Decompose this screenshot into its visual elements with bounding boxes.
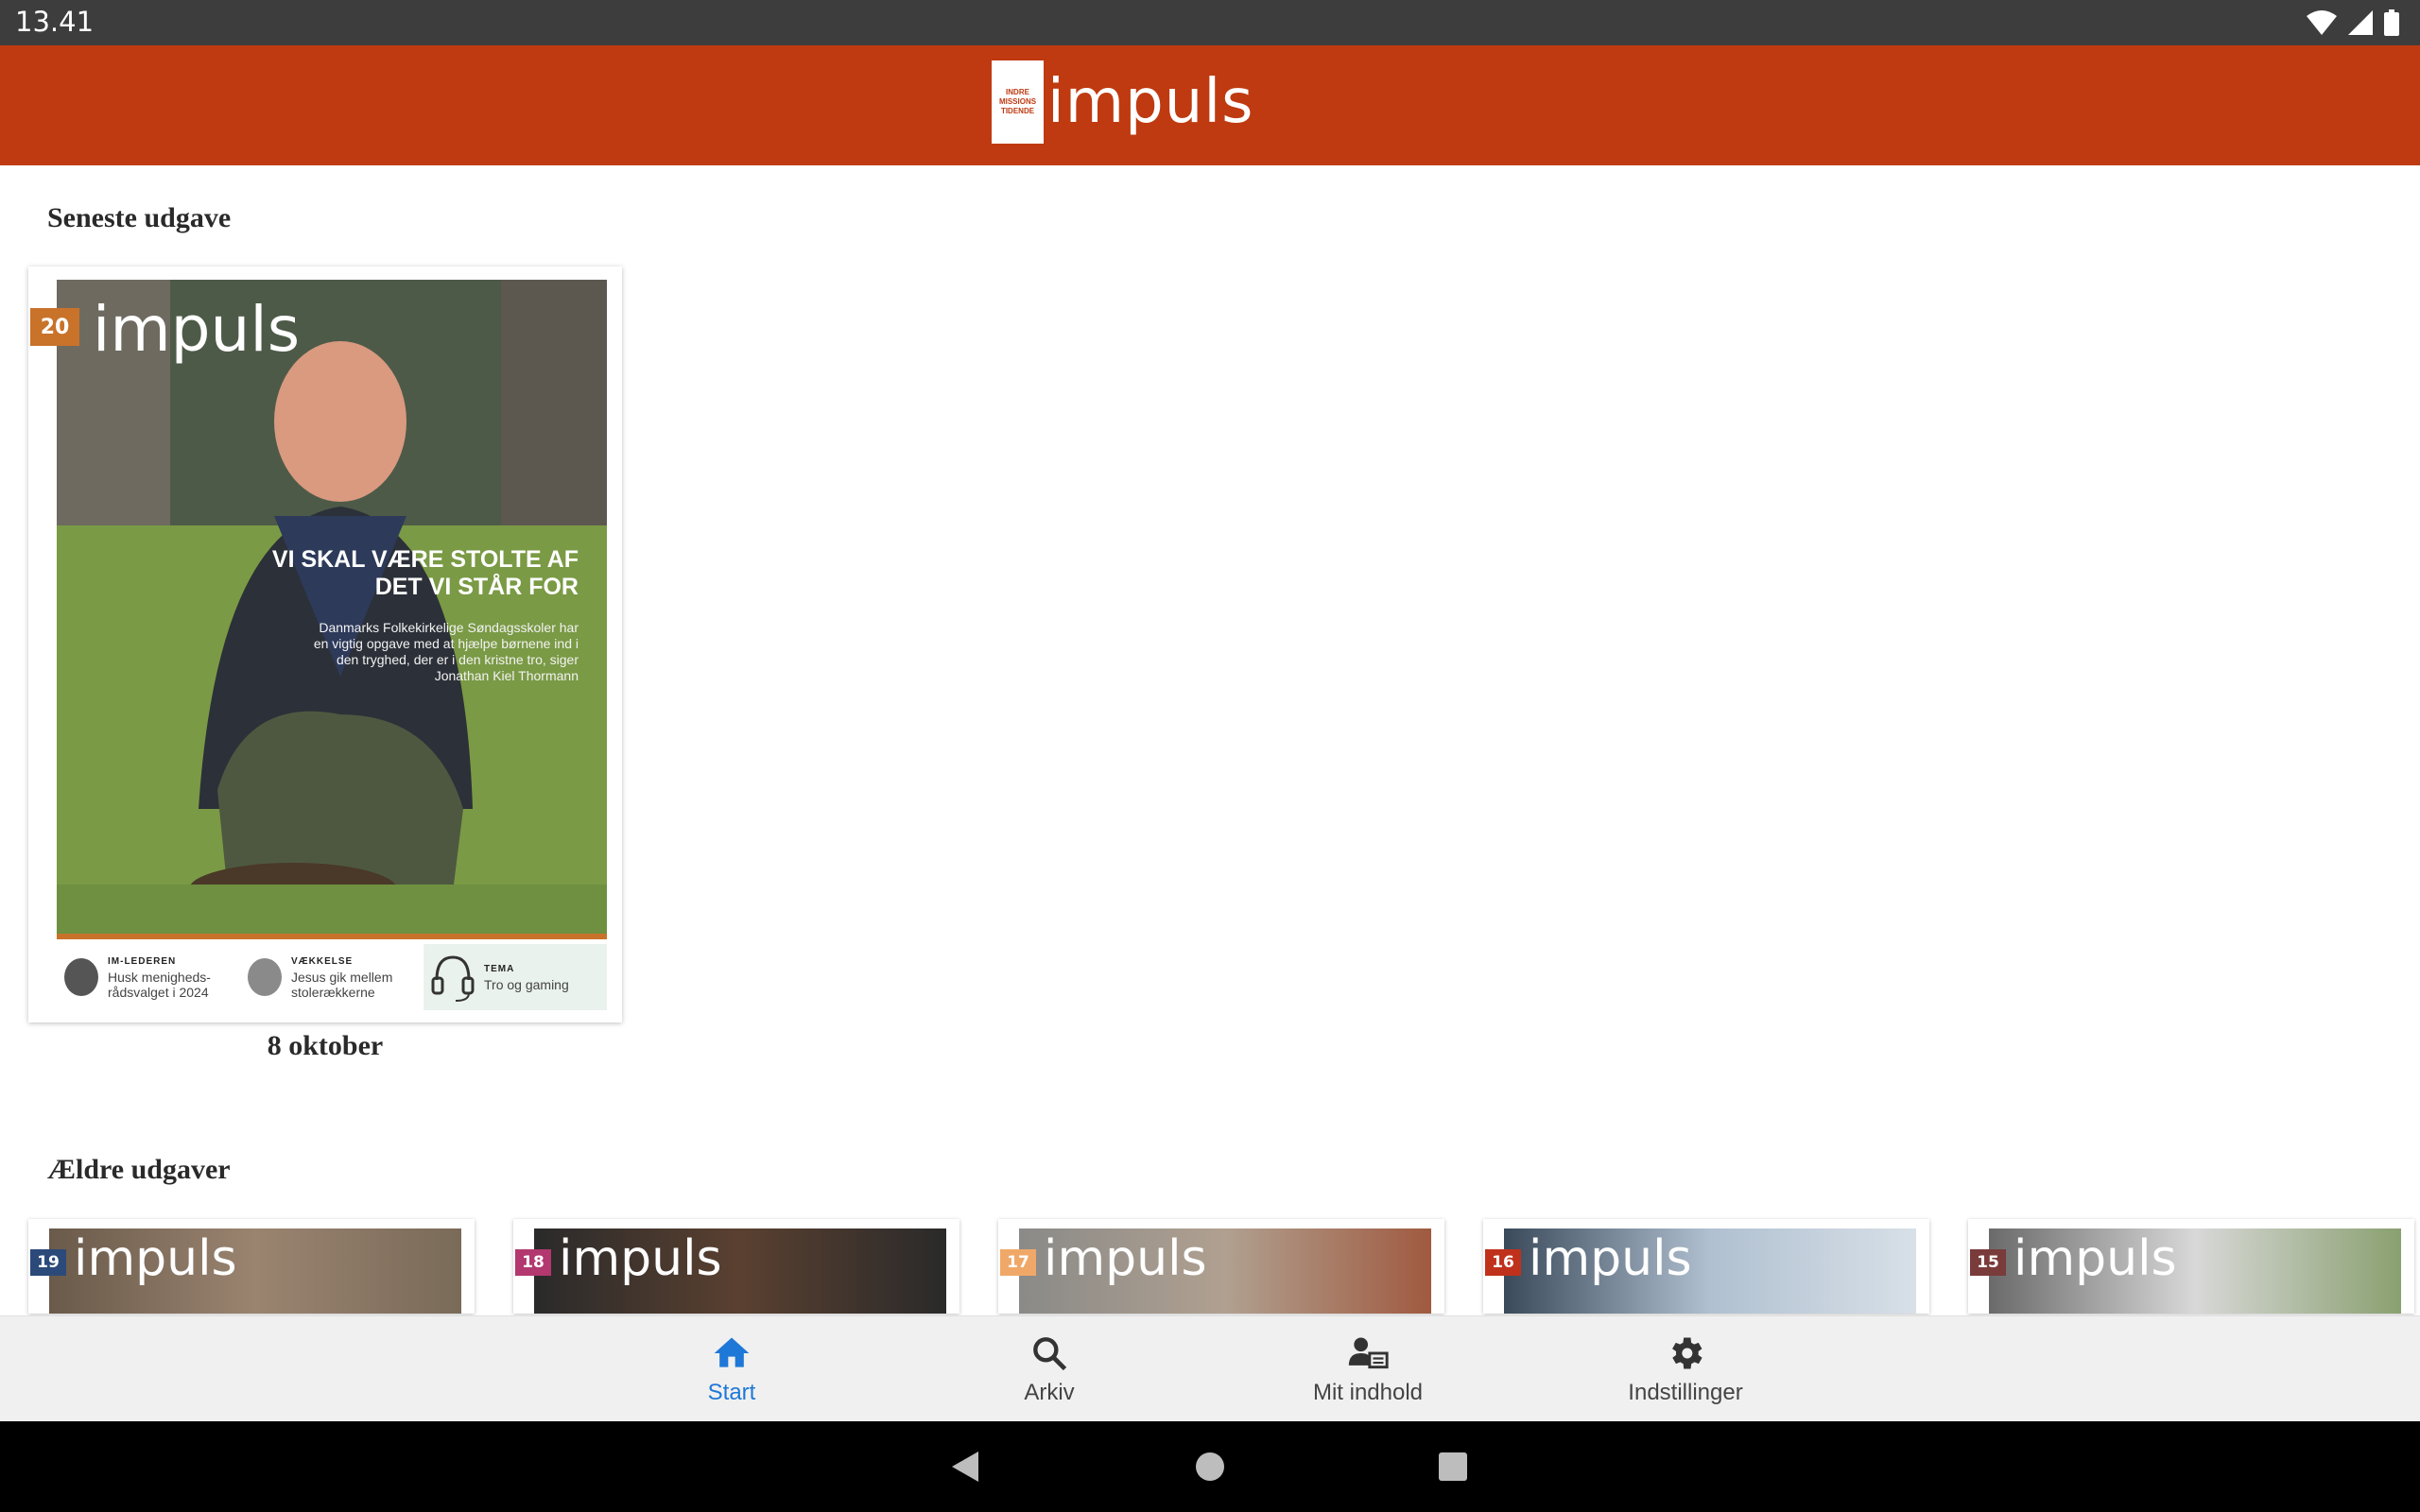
- older-issue-card[interactable]: impuls 17: [998, 1219, 1444, 1314]
- brand-logo-word: impuls: [1047, 67, 1254, 137]
- latest-issue-cover[interactable]: impuls VI SKAL VÆRE STOLTE AF DET VI STÅ…: [57, 280, 607, 1015]
- issue-badge: 15: [1970, 1249, 2006, 1276]
- latest-issue-date: 8 oktober: [267, 1030, 384, 1061]
- cover-logo: impuls: [74, 1230, 237, 1287]
- nav-start-label: Start: [707, 1380, 756, 1405]
- older-issue-cover[interactable]: impuls: [534, 1228, 946, 1314]
- nav-start[interactable]: Start: [637, 1316, 826, 1422]
- nav-indstillinger[interactable]: Indstillinger: [1591, 1316, 1780, 1422]
- nav-mit-indhold-label: Mit indhold: [1312, 1380, 1424, 1405]
- wifi-icon: [2307, 10, 2337, 35]
- home-circle-icon[interactable]: [1191, 1448, 1229, 1486]
- person-content-icon: [1348, 1337, 1389, 1369]
- cover-subtext: Danmarks Folkekirkelige Søndagsskoler ha…: [313, 620, 579, 683]
- older-issue-card[interactable]: impuls 18: [513, 1219, 959, 1314]
- brand-logo-box: INDRE MISSIONS TIDENDE: [992, 60, 1044, 144]
- cover-photo: impuls VI SKAL VÆRE STOLTE AF DET VI STÅ…: [57, 280, 607, 934]
- cover-logo: impuls: [559, 1230, 722, 1287]
- status-icons: [2307, 9, 2399, 36]
- issue-badge: 18: [515, 1249, 551, 1276]
- older-issues-list: impuls 19 impuls 18 impuls 17 impuls 16 …: [0, 1219, 2420, 1314]
- nav-arkiv-label: Arkiv: [1024, 1380, 1075, 1405]
- gear-icon: [1672, 1337, 1703, 1369]
- older-section-title: Ældre udgaver: [47, 1154, 231, 1185]
- back-icon[interactable]: [948, 1448, 986, 1486]
- issue-badge: 16: [1485, 1249, 1521, 1276]
- bottom-navigation: Start Arkiv Mit indhold Indstillinger: [0, 1315, 2420, 1422]
- older-issue-card[interactable]: impuls 15: [1968, 1219, 2414, 1314]
- battery-icon: [2384, 9, 2399, 36]
- nav-mit-indhold[interactable]: Mit indhold: [1273, 1316, 1462, 1422]
- avatar: [64, 958, 98, 996]
- older-issue-cover[interactable]: impuls: [1019, 1228, 1431, 1314]
- latest-section-title: Seneste udgave: [47, 202, 232, 233]
- older-issue-card[interactable]: impuls 16: [1483, 1219, 1929, 1314]
- cover-footer-item: TEMA Tro og gaming: [424, 944, 607, 1010]
- avatar: [248, 958, 282, 996]
- home-icon: [714, 1337, 750, 1367]
- issue-badge: 17: [1000, 1249, 1036, 1276]
- headset-icon: [431, 955, 475, 1002]
- recents-icon[interactable]: [1434, 1448, 1472, 1486]
- signal-icon: [2348, 10, 2373, 35]
- cover-logo: impuls: [2014, 1230, 2177, 1287]
- cover-logo: impuls: [1044, 1230, 1207, 1287]
- cover-footer-item: IM-LEDEREN Husk menigheds-rådsvalget i 2…: [57, 954, 240, 1000]
- cover-logo: impuls: [1529, 1230, 1692, 1287]
- cover-illustration: [57, 280, 607, 934]
- issue-badge: 19: [30, 1249, 66, 1276]
- latest-issue-card[interactable]: impuls VI SKAL VÆRE STOLTE AF DET VI STÅ…: [28, 266, 622, 1022]
- app-header: INDRE MISSIONS TIDENDE impuls: [0, 45, 2420, 165]
- search-icon: [1033, 1337, 1067, 1371]
- cover-headline: VI SKAL VÆRE STOLTE AF DET VI STÅR FOR: [271, 546, 579, 600]
- system-navigation-bar: [0, 1421, 2420, 1512]
- status-bar: 13.41: [0, 0, 2420, 45]
- nav-indstillinger-label: Indstillinger: [1628, 1380, 1743, 1405]
- brand-logo: INDRE MISSIONS TIDENDE impuls: [992, 60, 1253, 144]
- nav-arkiv[interactable]: Arkiv: [955, 1316, 1144, 1422]
- status-time: 13.41: [15, 6, 95, 38]
- cover-logo: impuls: [93, 293, 301, 366]
- older-issue-card[interactable]: impuls 19: [28, 1219, 475, 1314]
- cover-footer-item: VÆKKELSE Jesus gik mellem stolerækkerne: [240, 954, 424, 1000]
- older-issue-cover[interactable]: impuls: [1989, 1228, 2401, 1314]
- older-issue-cover[interactable]: impuls: [1504, 1228, 1916, 1314]
- cover-footer: IM-LEDEREN Husk menigheds-rådsvalget i 2…: [57, 939, 607, 1015]
- issue-number-badge: 20: [30, 308, 79, 346]
- older-issue-cover[interactable]: impuls: [49, 1228, 461, 1314]
